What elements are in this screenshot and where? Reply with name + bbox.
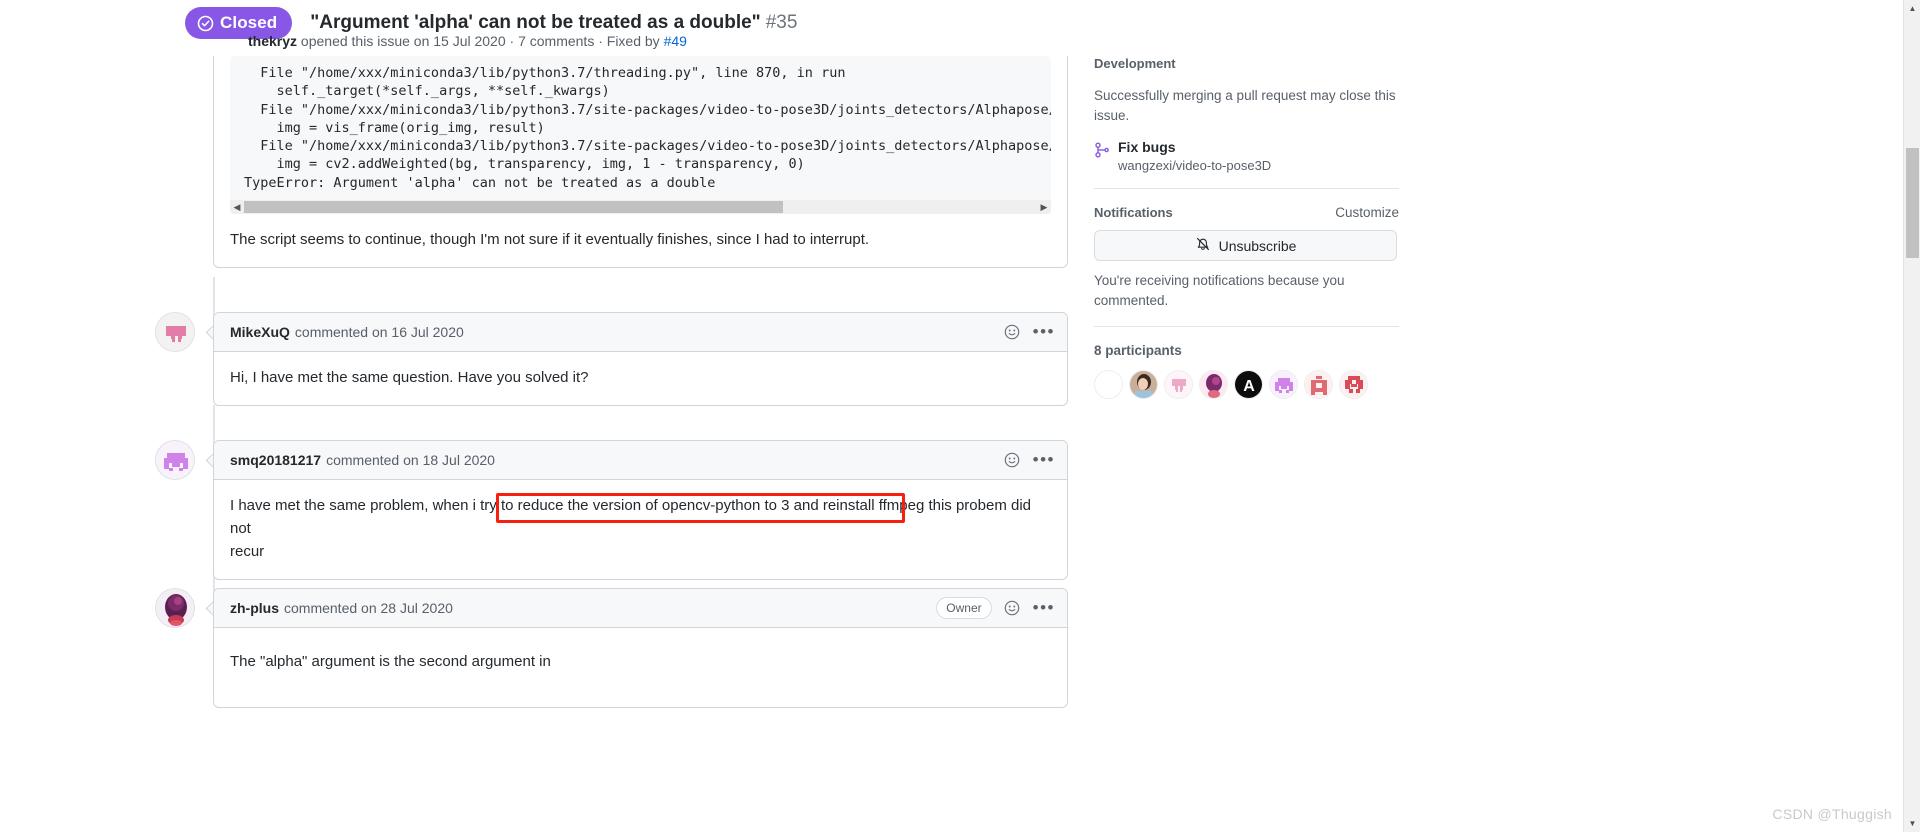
participant-avatar[interactable] xyxy=(1269,370,1298,399)
comment-author-link[interactable]: smq20181217 xyxy=(230,452,321,468)
pull-request-repo: wangzexi/video-to-pose3D xyxy=(1118,158,1272,173)
page-scrollbar[interactable]: ▲ ▼ xyxy=(1903,0,1920,832)
svg-text:A: A xyxy=(1243,378,1255,395)
bell-slash-icon xyxy=(1195,236,1211,255)
issue-sidebar: Development Successfully merging a pull … xyxy=(1094,56,1399,399)
traceback-code-text: File "/home/xxx/miniconda3/lib/python3.7… xyxy=(244,65,1051,191)
notifications-header-row: Notifications Customize xyxy=(1094,205,1399,220)
traceback-code-block: File "/home/xxx/miniconda3/lib/python3.7… xyxy=(230,56,1051,215)
sidebar-section-participants: 8 participants A xyxy=(1094,343,1399,399)
kebab-menu-icon[interactable]: ••• xyxy=(1033,451,1055,468)
unsubscribe-label: Unsubscribe xyxy=(1218,237,1297,254)
participant-avatar[interactable]: A xyxy=(1234,370,1263,399)
participant-avatar[interactable] xyxy=(1339,370,1368,399)
linked-pull-request[interactable]: Fix bugs wangzexi/video-to-pose3D xyxy=(1094,139,1399,173)
participant-avatar[interactable] xyxy=(1304,370,1333,399)
participants-avatar-list: A xyxy=(1094,370,1399,399)
comment-actions: Owner ••• xyxy=(936,589,1055,627)
issue-header: Closed "Argument 'alpha' can not be trea… xyxy=(0,0,1900,56)
comment-header: smq20181217 commented on 18 Jul 2020 ••• xyxy=(214,441,1067,480)
participant-avatar[interactable] xyxy=(1094,370,1123,399)
comment-text: I have met the same problem, when i try … xyxy=(214,480,1067,579)
closed-issue-check-icon xyxy=(197,15,214,32)
customize-notifications-link[interactable]: Customize xyxy=(1335,205,1399,220)
first-comment-paragraph: The script seems to continue, though I'm… xyxy=(230,231,870,249)
issue-page: Closed "Argument 'alpha' can not be trea… xyxy=(0,0,1920,832)
avatar[interactable] xyxy=(155,440,195,480)
comment-actions: ••• xyxy=(1004,313,1055,351)
page-title: "Argument 'alpha' can not be treated as … xyxy=(310,12,797,34)
issue-number: #35 xyxy=(765,12,798,33)
participant-avatar[interactable] xyxy=(1164,370,1193,399)
watermark: CSDN @Thuggish xyxy=(1772,806,1892,822)
scroll-right-arrow-icon[interactable]: ▶ xyxy=(1037,200,1051,214)
page-scroll-thumb[interactable] xyxy=(1906,148,1919,258)
comment-mikexuq: MikeXuQ commented on 16 Jul 2020 ••• Hi,… xyxy=(213,312,1068,406)
pull-request-title[interactable]: Fix bugs xyxy=(1118,139,1271,155)
issue-state-label: Closed xyxy=(220,13,278,32)
issue-author-link[interactable]: thekryz xyxy=(248,33,297,49)
git-branch-icon xyxy=(1094,142,1110,161)
participant-avatar[interactable] xyxy=(1199,370,1228,399)
issue-header-meta: thekryz opened this issue on 15 Jul 2020… xyxy=(248,33,687,49)
comment-header: MikeXuQ commented on 16 Jul 2020 ••• xyxy=(214,313,1067,352)
fixed-by-link[interactable]: #49 xyxy=(664,33,687,49)
issue-title-text: "Argument 'alpha' can not be treated as … xyxy=(310,12,761,33)
kebab-menu-icon[interactable]: ••• xyxy=(1033,323,1055,340)
comment-text: Hi, I have met the same question. Have y… xyxy=(230,369,589,386)
code-horizontal-scrollbar[interactable]: ◀ ▶ xyxy=(230,200,1051,215)
comment-header: zh-plus commented on 28 Jul 2020 Owner •… xyxy=(214,589,1067,628)
comment-body-box-first: File "/home/xxx/miniconda3/lib/python3.7… xyxy=(213,56,1068,269)
notifications-title: Notifications xyxy=(1094,205,1173,220)
sidebar-section-development: Development Successfully merging a pull … xyxy=(1094,56,1399,189)
comment-text: The "alpha" argument is the second argum… xyxy=(230,653,551,670)
avatar[interactable] xyxy=(155,312,195,352)
scroll-left-arrow-icon[interactable]: ◀ xyxy=(230,200,244,214)
scroll-down-arrow-icon[interactable]: ▼ xyxy=(1904,815,1920,832)
comment-timestamp: commented on 18 Jul 2020 xyxy=(326,452,495,468)
participant-avatar[interactable] xyxy=(1129,370,1158,399)
development-title: Development xyxy=(1094,56,1176,71)
comment-zh-plus: zh-plus commented on 28 Jul 2020 Owner •… xyxy=(213,588,1068,708)
notifications-description: You're receiving notifications because y… xyxy=(1094,273,1345,308)
owner-badge: Owner xyxy=(936,597,992,619)
kebab-menu-icon[interactable]: ••• xyxy=(1033,599,1055,616)
issue-meta-text: opened this issue on 15 Jul 2020 · 7 com… xyxy=(300,33,660,49)
unsubscribe-button[interactable]: Unsubscribe xyxy=(1094,230,1397,261)
development-description: Successfully merging a pull request may … xyxy=(1094,88,1396,123)
scroll-up-arrow-icon[interactable]: ▲ xyxy=(1904,0,1920,17)
comment-author-link[interactable]: zh-plus xyxy=(230,600,279,616)
code-scroll-track[interactable] xyxy=(244,200,1037,214)
comment-text-pre: I have met the same problem, when i try … xyxy=(230,497,518,514)
comment-timestamp: commented on 16 Jul 2020 xyxy=(294,324,464,340)
participants-title: 8 participants xyxy=(1094,343,1182,358)
comment-author-link[interactable]: MikeXuQ xyxy=(230,324,290,340)
code-scroll-thumb[interactable] xyxy=(244,201,784,214)
comment-timestamp: commented on 28 Jul 2020 xyxy=(284,600,453,616)
comment-actions: ••• xyxy=(1004,441,1055,479)
comment-text-line2: recur xyxy=(230,543,265,560)
sidebar-divider xyxy=(1094,188,1399,189)
comment-text-highlighted: reduce the version of opencv-python to 3… xyxy=(517,497,925,514)
sidebar-section-notifications: Notifications Customize Unsubscribe You'… xyxy=(1094,205,1399,327)
smiley-reaction-icon[interactable] xyxy=(1004,600,1021,617)
comment-smq20181217: smq20181217 commented on 18 Jul 2020 ••• xyxy=(213,440,1068,580)
smiley-reaction-icon[interactable] xyxy=(1004,324,1021,341)
sidebar-divider xyxy=(1094,326,1399,327)
avatar[interactable] xyxy=(155,588,195,628)
smiley-reaction-icon[interactable] xyxy=(1004,452,1021,469)
